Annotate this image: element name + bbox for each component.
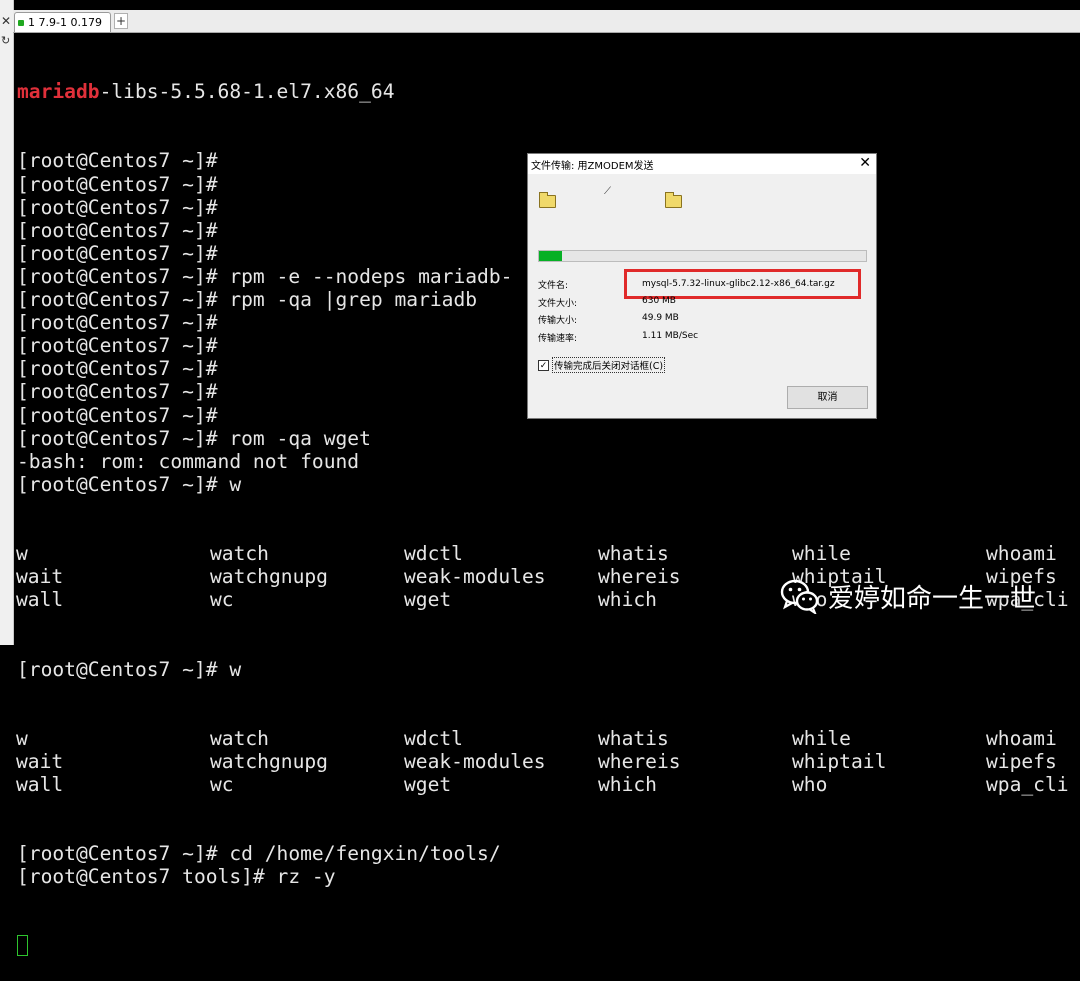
close-icon[interactable]: ✕ [1, 14, 11, 28]
folder-icon [665, 192, 682, 208]
terminal-line: [root@Centos7 ~]# cd /home/fengxin/tools… [17, 842, 501, 866]
completion-item: wait [16, 565, 64, 589]
speed-label: 传输速率: [538, 334, 578, 344]
terminal-line: [root@Centos7 ~]# w [17, 472, 242, 496]
completion-item: wdctl [404, 726, 463, 750]
tab-bar: 1 7.9-1 0.179 + [13, 10, 1080, 33]
completion-item: wait [16, 749, 64, 773]
completion-item: wget [404, 773, 452, 796]
completion-item: weak-modules [404, 565, 546, 589]
completion-item: which [598, 773, 657, 796]
folder-icon [539, 192, 556, 208]
completion-item: whatis [598, 726, 669, 750]
completion-item: w [16, 542, 28, 566]
close-on-complete-option[interactable]: ✓ 传输完成后关闭对话框(C) [538, 357, 666, 373]
completion-item: wipefs [986, 749, 1057, 773]
completion-item: while [792, 542, 851, 566]
completion-item: wc [210, 773, 234, 796]
transferred-value: 49.9 MB [642, 313, 679, 323]
terminal-line: [root@Centos7 tools]# rz -y [17, 865, 336, 889]
progress-bar [538, 250, 867, 262]
terminal-line: [root@Centos7 ~]# w [17, 657, 242, 681]
dialog-titlebar[interactable]: 文件传输: 用ZMODEM发送 ✕ [528, 154, 876, 174]
checkbox-label: 传输完成后关闭对话框(C) [552, 357, 666, 373]
completion-item: wall [16, 773, 64, 796]
completion-item: while [792, 726, 851, 750]
completion-item: whatis [598, 542, 669, 566]
filename-label: 文件名: [538, 281, 569, 291]
filesize-label: 文件大小: [538, 299, 578, 309]
completion-item: weak-modules [404, 749, 546, 773]
dialog-title: 文件传输: 用ZMODEM发送 [531, 161, 654, 172]
highlighted-text: mariadb [17, 80, 100, 104]
terminal-line: -bash: rom: command not found [17, 449, 360, 473]
terminal-line: mariadb-libs-5.5.68-1.el7.x86_64 [17, 80, 1080, 103]
completion-item: wpa_cli [986, 773, 1069, 796]
left-strip: ✕ ↻ [0, 0, 14, 645]
completion-item: wc [210, 588, 234, 612]
completion-item: watchgnupg [210, 749, 328, 773]
completion-item: watch [210, 542, 269, 566]
terminal-line [17, 934, 1080, 958]
new-tab-button[interactable]: + [114, 13, 128, 29]
terminal-cursor [17, 934, 28, 956]
close-on-complete-checkbox[interactable]: ✓ [538, 359, 549, 371]
completion-row: w watch wdctl whatis while whoami [16, 542, 1080, 566]
completion-item: w [16, 726, 28, 750]
progress-fill [539, 251, 562, 261]
completion-item: whereis [598, 565, 681, 589]
completion-row: wait watchgnupg weak-modules whereis whiptai… [16, 749, 1080, 773]
completion-item: which [598, 588, 657, 612]
wechat-icon [780, 579, 819, 614]
refresh-icon[interactable]: ↻ [1, 34, 10, 47]
completion-row: w watch wdctl whatis while whoami [16, 726, 1080, 750]
completion-item: watchgnupg [210, 565, 328, 589]
transfer-icon: ⟋ [604, 186, 611, 197]
completion-item: who [792, 773, 828, 796]
filesize-value: 630 MB [642, 296, 676, 306]
terminal-line: [root@Centos7 ~]# rom -qa wget [17, 426, 371, 450]
terminal-text: -libs-5.5.68-1.el7.x86_64 [99, 80, 395, 104]
completion-row: wall wc wget which who wpa_cli [16, 773, 1080, 796]
filename-highlight: mysql-5.7.32-linux-glibc2.12-x86_64.tar.… [624, 269, 861, 299]
completion-item: whoami [986, 542, 1057, 566]
tab-session[interactable]: 1 7.9-1 0.179 [14, 12, 111, 32]
watermark-text: 爱婷如命一生一世 [828, 583, 1037, 614]
file-transfer-dialog: 文件传输: 用ZMODEM发送 ✕ ⟋ 文件名: mysql-5.7.32-li… [527, 153, 877, 419]
completion-item: whereis [598, 749, 681, 773]
dialog-close-button[interactable]: ✕ [859, 155, 871, 171]
completion-item: wget [404, 588, 452, 612]
speed-value: 1.11 MB/Sec [642, 331, 699, 341]
watermark: 爱婷如命一生一世 [780, 577, 1036, 615]
filename-value: mysql-5.7.32-linux-glibc2.12-x86_64.tar.… [642, 279, 835, 289]
cancel-button[interactable]: 取消 [787, 386, 868, 409]
transferred-label: 传输大小: [538, 316, 578, 326]
completion-item: whoami [986, 726, 1057, 750]
completion-item: watch [210, 726, 269, 750]
completion-item: wdctl [404, 542, 463, 566]
connection-status-icon [18, 20, 24, 26]
tab-label: 1 7.9-1 0.179 [28, 16, 102, 29]
completion-item: whiptail [792, 749, 887, 773]
completion-item: wall [16, 588, 64, 612]
